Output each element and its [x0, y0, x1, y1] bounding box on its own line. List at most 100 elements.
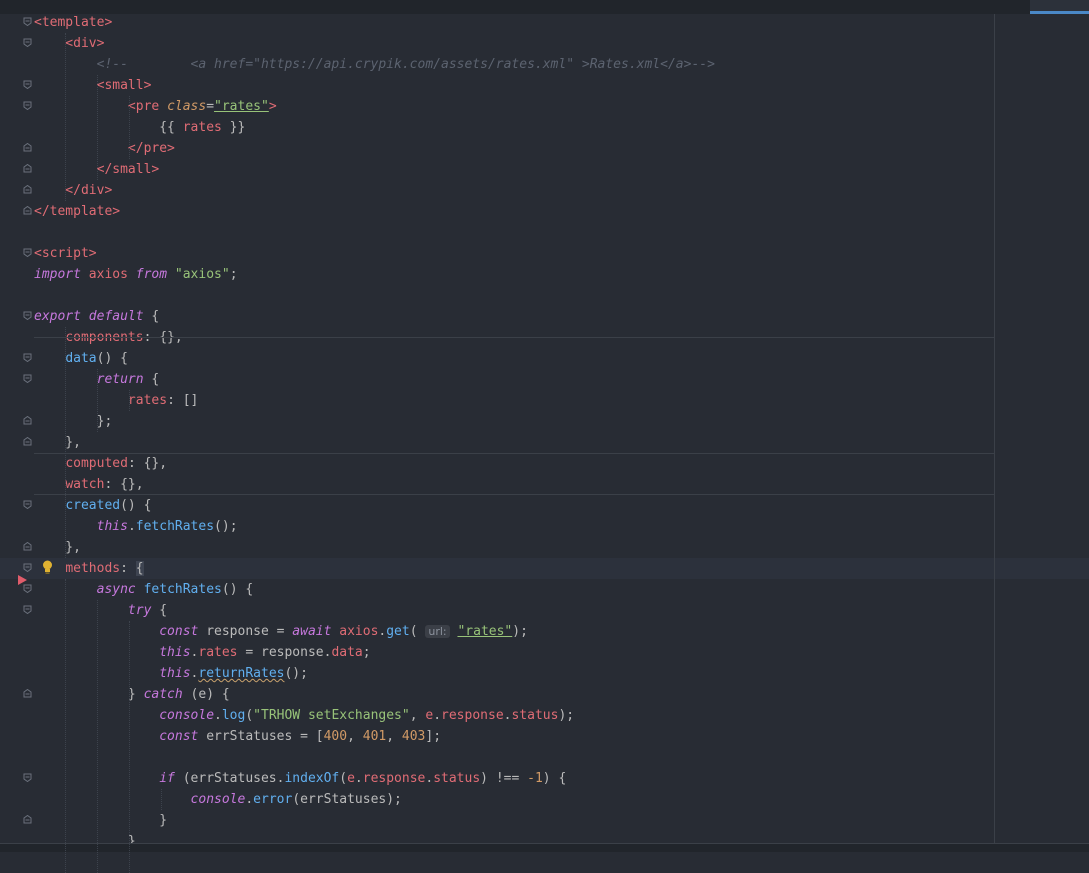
- editor-tab-bar: [0, 0, 1089, 14]
- token-tag: </div>: [34, 183, 113, 198]
- code-line[interactable]: console.log("TRHOW setExchanges", e.resp…: [34, 705, 574, 726]
- fold-toggle-icon[interactable]: [23, 38, 32, 47]
- active-tab-indicator[interactable]: [1030, 0, 1089, 14]
- token-hint: url:: [425, 625, 450, 638]
- fold-toggle-icon[interactable]: [23, 437, 32, 446]
- token-fn: get: [386, 624, 410, 639]
- token-str: "TRHOW setExchanges": [253, 708, 410, 723]
- fold-toggle-icon[interactable]: [23, 164, 32, 173]
- editor-gutter: [0, 14, 34, 851]
- fold-toggle-icon[interactable]: [23, 80, 32, 89]
- code-line[interactable]: <pre class="rates">: [34, 96, 277, 117]
- token-tag: </template>: [34, 204, 121, 219]
- fold-toggle-icon[interactable]: [23, 500, 32, 509]
- token-plain: (errStatuses);: [292, 792, 402, 807]
- indent-guide: [129, 390, 130, 411]
- fold-toggle-icon[interactable]: [23, 815, 32, 824]
- code-line[interactable]: </pre>: [34, 138, 175, 159]
- fold-toggle-icon[interactable]: [23, 185, 32, 194]
- fold-toggle-icon[interactable]: [23, 689, 32, 698]
- code-line[interactable]: export default {: [34, 306, 159, 327]
- code-line[interactable]: const response = await axios.get( url: "…: [34, 621, 528, 642]
- fold-toggle-icon[interactable]: [23, 416, 32, 425]
- token-prop: rates: [182, 120, 222, 135]
- code-editor[interactable]: <template> <div> <!-- <a href="https://a…: [34, 14, 1089, 851]
- token-kw: console: [190, 792, 246, 807]
- token-tag: <script>: [34, 246, 97, 261]
- code-line[interactable]: <small>: [34, 75, 152, 96]
- token-str: "rates": [457, 624, 513, 639]
- token-plain: {: [143, 309, 160, 324]
- fold-toggle-icon[interactable]: [23, 143, 32, 152]
- fold-toggle-icon[interactable]: [23, 605, 32, 614]
- token-plain: ,: [409, 708, 426, 723]
- code-line[interactable]: this.rates = response.data;: [34, 642, 371, 663]
- token-plain: );: [558, 708, 575, 723]
- code-line[interactable]: <script>: [34, 243, 97, 264]
- token-prop: methods: [65, 561, 121, 576]
- token-plain: {: [151, 603, 168, 618]
- code-line[interactable]: import axios from "axios";: [34, 264, 238, 285]
- indent-guide: [97, 369, 98, 432]
- code-line[interactable]: computed: {},: [34, 453, 167, 474]
- method-separator: [34, 494, 994, 495]
- breakpoint-arrow-icon[interactable]: [18, 575, 27, 585]
- code-line[interactable]: } catch (e) {: [34, 684, 230, 705]
- indent-guide: [97, 600, 98, 873]
- lightbulb-icon[interactable]: [42, 560, 53, 577]
- code-line[interactable]: created() {: [34, 495, 151, 516]
- token-kw: this: [96, 519, 128, 534]
- code-line[interactable]: };: [34, 411, 113, 432]
- token-plain: ,: [386, 729, 402, 744]
- code-line[interactable]: data() {: [34, 348, 128, 369]
- code-line[interactable]: this.returnRates();: [34, 663, 308, 684]
- fold-toggle-icon[interactable]: [23, 353, 32, 362]
- code-line[interactable]: </div>: [34, 180, 112, 201]
- code-line[interactable]: },: [34, 537, 81, 558]
- method-separator: [34, 453, 994, 454]
- fold-toggle-icon[interactable]: [23, 773, 32, 782]
- fold-toggle-icon[interactable]: [23, 563, 32, 572]
- token-plain: () {: [221, 582, 254, 597]
- token-tag: <small>: [34, 78, 152, 93]
- token-plain: : {},: [127, 456, 168, 471]
- code-line[interactable]: </template>: [34, 201, 120, 222]
- token-caret: {: [135, 561, 144, 576]
- code-line[interactable]: watch: {},: [34, 474, 143, 495]
- token-kw: catch: [143, 687, 183, 702]
- code-line[interactable]: },: [34, 432, 81, 453]
- code-line[interactable]: <template>: [34, 12, 112, 33]
- token-plain: (errStatuses.: [174, 771, 285, 786]
- token-plain: () {: [120, 498, 152, 513]
- code-line[interactable]: console.error(errStatuses);: [34, 789, 402, 810]
- fold-toggle-icon[interactable]: [23, 584, 32, 593]
- fold-toggle-icon[interactable]: [23, 542, 32, 551]
- token-kw: this: [159, 666, 191, 681]
- code-line[interactable]: async fetchRates() {: [34, 579, 254, 600]
- code-line[interactable]: <!-- <a href="https://api.crypik.com/ass…: [34, 54, 715, 75]
- fold-toggle-icon[interactable]: [23, 311, 32, 320]
- token-prop: rates: [198, 645, 238, 660]
- token-prop: computed: [65, 456, 128, 471]
- code-line[interactable]: if (errStatuses.indexOf(e.response.statu…: [34, 768, 566, 789]
- token-plain: ;: [362, 645, 371, 660]
- code-line[interactable]: }: [34, 810, 167, 831]
- fold-toggle-icon[interactable]: [23, 206, 32, 215]
- fold-toggle-icon[interactable]: [23, 17, 32, 26]
- code-line[interactable]: const errStatuses = [400, 401, 403];: [34, 726, 441, 747]
- token-prop: status: [511, 708, 559, 723]
- fold-toggle-icon[interactable]: [23, 248, 32, 257]
- token-prop: axios: [88, 267, 128, 282]
- code-line[interactable]: try {: [34, 600, 167, 621]
- token-plain: (: [245, 708, 254, 723]
- token-kw: this: [159, 645, 191, 660]
- code-line[interactable]: <div>: [34, 33, 104, 54]
- fold-toggle-icon[interactable]: [23, 374, 32, 383]
- token-num: -1: [527, 771, 543, 786]
- token-kw: import: [34, 267, 81, 282]
- fold-toggle-icon[interactable]: [23, 101, 32, 110]
- code-line[interactable]: rates: []: [34, 390, 198, 411]
